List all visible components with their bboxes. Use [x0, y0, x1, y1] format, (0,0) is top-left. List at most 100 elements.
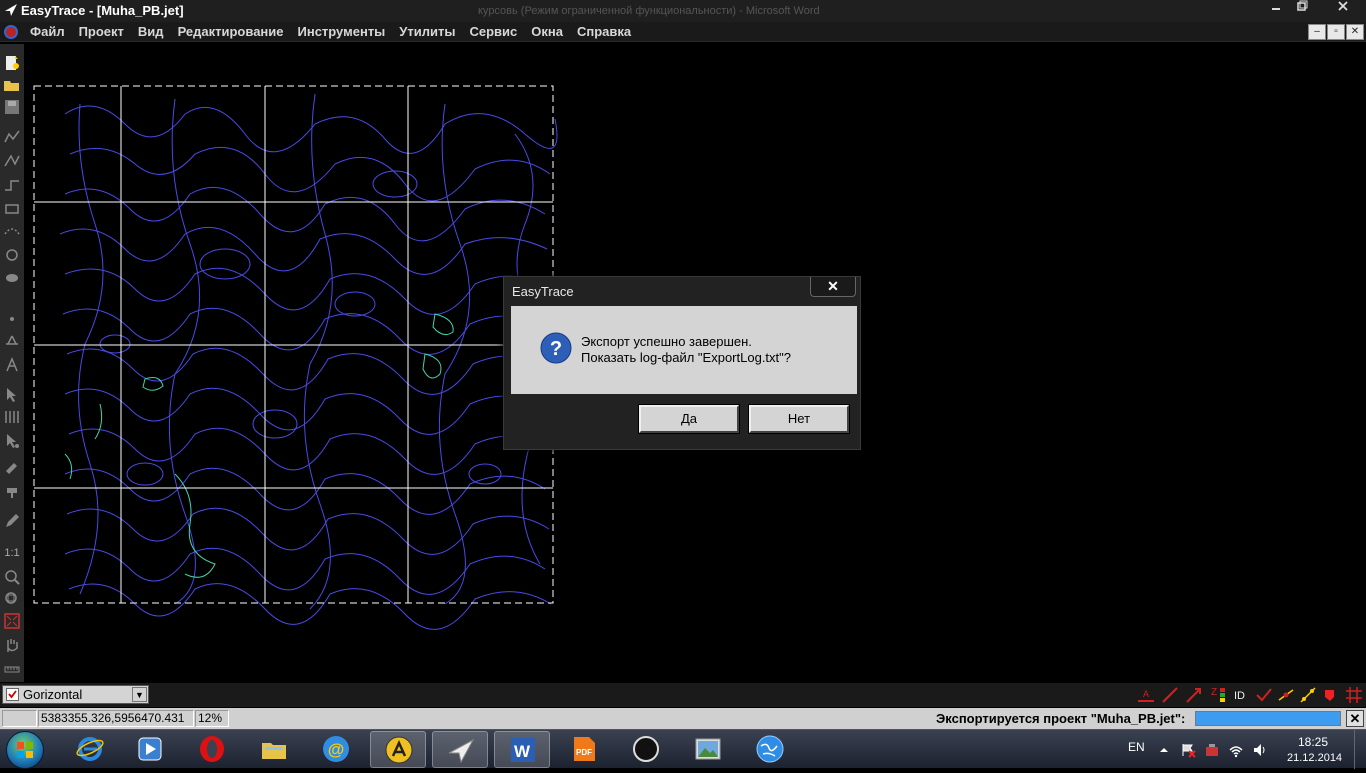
export-complete-dialog: EasyTrace ✕ ? Экспорт успешно завершен. …	[503, 276, 861, 450]
pan-hand-tool-icon[interactable]	[3, 636, 21, 654]
step-line-tool-icon[interactable]	[3, 176, 21, 194]
no-button[interactable]: Нет	[748, 404, 850, 434]
background-window-title: курсовь (Режим ограниченной функциональн…	[478, 5, 820, 17]
clock-time[interactable]: 18:25	[1298, 735, 1328, 749]
taskbar-internet-explorer[interactable]	[62, 731, 118, 768]
start-button[interactable]	[6, 731, 44, 769]
mdi-close-button[interactable]: ✕	[1346, 24, 1364, 40]
show-hidden-icons-icon[interactable]	[1156, 742, 1172, 758]
polyline-tool-icon[interactable]	[3, 128, 21, 146]
clock-date[interactable]: 21.12.2014	[1287, 752, 1342, 764]
point-tool-icon[interactable]	[3, 310, 21, 328]
menu-file[interactable]: Файл	[23, 22, 72, 42]
dialog-body: ? Экспорт успешно завершен. Показать log…	[511, 306, 857, 394]
menu-edit[interactable]: Редактирование	[171, 22, 291, 42]
scale-1-1-button[interactable]: 1:1	[3, 544, 21, 562]
circle-tool-icon[interactable]	[3, 246, 21, 264]
menu-help[interactable]: Справка	[570, 22, 638, 42]
arrow-snap-icon[interactable]	[1184, 685, 1204, 705]
arc-tool-icon[interactable]	[3, 222, 21, 240]
yes-button[interactable]: Да	[638, 404, 740, 434]
zoom-window-tool-icon[interactable]	[3, 590, 21, 608]
node-tool-icon[interactable]	[1276, 685, 1296, 705]
multi-select-tool-icon[interactable]	[3, 408, 21, 426]
zoom-level: 12%	[195, 710, 229, 727]
water-features	[64, 313, 454, 578]
symbol-tool-icon[interactable]	[3, 332, 21, 350]
menu-service[interactable]: Сервис	[462, 22, 524, 42]
brush-tool-icon[interactable]	[3, 458, 21, 476]
svg-text:PDF: PDF	[576, 748, 592, 757]
id-tool-icon[interactable]: ID	[1232, 685, 1252, 705]
document-menu-icon[interactable]	[4, 25, 18, 39]
taskbar-image-viewer[interactable]	[680, 731, 736, 768]
zoom-extents-tool-icon[interactable]	[3, 612, 21, 630]
easytrace-app-icon[interactable]	[4, 3, 18, 17]
minimize-button[interactable]	[1263, 0, 1289, 18]
layer-visible-checkbox[interactable]	[6, 688, 19, 701]
close-icon	[1338, 1, 1348, 11]
dialog-close-button[interactable]: ✕	[810, 277, 856, 297]
keyboard-language[interactable]: EN	[1128, 740, 1145, 754]
fill-area-tool-icon[interactable]	[3, 268, 21, 286]
taskbar-media-player[interactable]	[122, 731, 178, 768]
volume-icon[interactable]	[1252, 742, 1268, 758]
pencil-tool-icon[interactable]	[3, 512, 21, 530]
check-tool-icon[interactable]	[1254, 685, 1274, 705]
curve-tool-icon[interactable]	[3, 152, 21, 170]
taskbar-circle-app[interactable]	[618, 731, 674, 768]
taskbar-mail-agent[interactable]: @	[308, 731, 364, 768]
ruler-tool-icon[interactable]	[3, 660, 21, 678]
text-tool-icon[interactable]	[3, 356, 21, 374]
vertex-tool-icon[interactable]	[1298, 685, 1318, 705]
layer-select[interactable]: Gorizontal ▼	[2, 685, 149, 704]
open-project-icon[interactable]	[3, 76, 21, 94]
taskbar-easytrace[interactable]	[432, 731, 488, 768]
taskbar-file-explorer[interactable]	[246, 731, 302, 768]
chevron-down-icon[interactable]: ▼	[132, 687, 147, 702]
network-icon[interactable]	[1228, 742, 1244, 758]
status-bar: 5383355.326,5956470.431 12% Экспортирует…	[0, 708, 1366, 729]
windows-taskbar: @ W PDF EN 18:25 21.12.2014	[0, 729, 1366, 769]
vertex-select-tool-icon[interactable]	[3, 432, 21, 450]
word-icon: W	[511, 738, 535, 762]
action-center-flag-icon[interactable]	[1180, 742, 1196, 758]
minimize-icon	[1272, 8, 1280, 10]
restore-button[interactable]	[1289, 0, 1315, 18]
bottom-toolbar: Gorizontal ▼ A Z ID	[0, 683, 1366, 707]
select-tool-icon[interactable]	[3, 386, 21, 404]
taskbar-pdf-viewer[interactable]: PDF	[556, 731, 612, 768]
z-layers-icon[interactable]: Z	[1208, 685, 1228, 705]
dialog-message-line2: Показать log-файл "ExportLog.txt"?	[581, 350, 791, 365]
menu-tools[interactable]: Инструменты	[291, 22, 393, 42]
map-grid	[33, 85, 554, 604]
autocad-icon	[385, 736, 413, 764]
rectangle-tool-icon[interactable]	[3, 200, 21, 218]
pin-tool-icon[interactable]	[1320, 685, 1340, 705]
menu-list: Файл Проект Вид Редактирование Инструменты Ут…	[23, 22, 638, 42]
security-tray-icon[interactable]	[1204, 742, 1220, 758]
taskbar-opera[interactable]	[184, 731, 240, 768]
new-project-icon[interactable]	[3, 54, 21, 72]
taskbar-browser[interactable]	[742, 731, 798, 768]
left-toolbar: 1:1	[0, 44, 24, 682]
cancel-export-button[interactable]: ✕	[1346, 710, 1364, 727]
menu-windows[interactable]: Окна	[524, 22, 570, 42]
show-desktop-button[interactable]	[1354, 730, 1366, 769]
taskbar-word[interactable]: W	[494, 731, 550, 768]
line-snap-icon[interactable]	[1160, 685, 1180, 705]
close-window-button[interactable]	[1326, 0, 1360, 18]
menu-project[interactable]: Проект	[72, 22, 131, 42]
grid-tool-icon[interactable]	[1344, 685, 1364, 705]
save-icon[interactable]	[3, 98, 21, 116]
trace-tool-icon[interactable]: A	[1136, 685, 1156, 705]
svg-text:?: ?	[550, 338, 562, 360]
paint-tool-icon[interactable]	[3, 482, 21, 500]
menu-utilities[interactable]: Утилиты	[392, 22, 462, 42]
svg-text:Z: Z	[1211, 687, 1217, 698]
taskbar-autocad[interactable]	[370, 731, 426, 768]
mdi-restore-button[interactable]: ▫	[1327, 24, 1345, 40]
menu-view[interactable]: Вид	[131, 22, 171, 42]
zoom-tool-icon[interactable]	[3, 568, 21, 586]
mdi-minimize-button[interactable]: –	[1308, 24, 1326, 40]
